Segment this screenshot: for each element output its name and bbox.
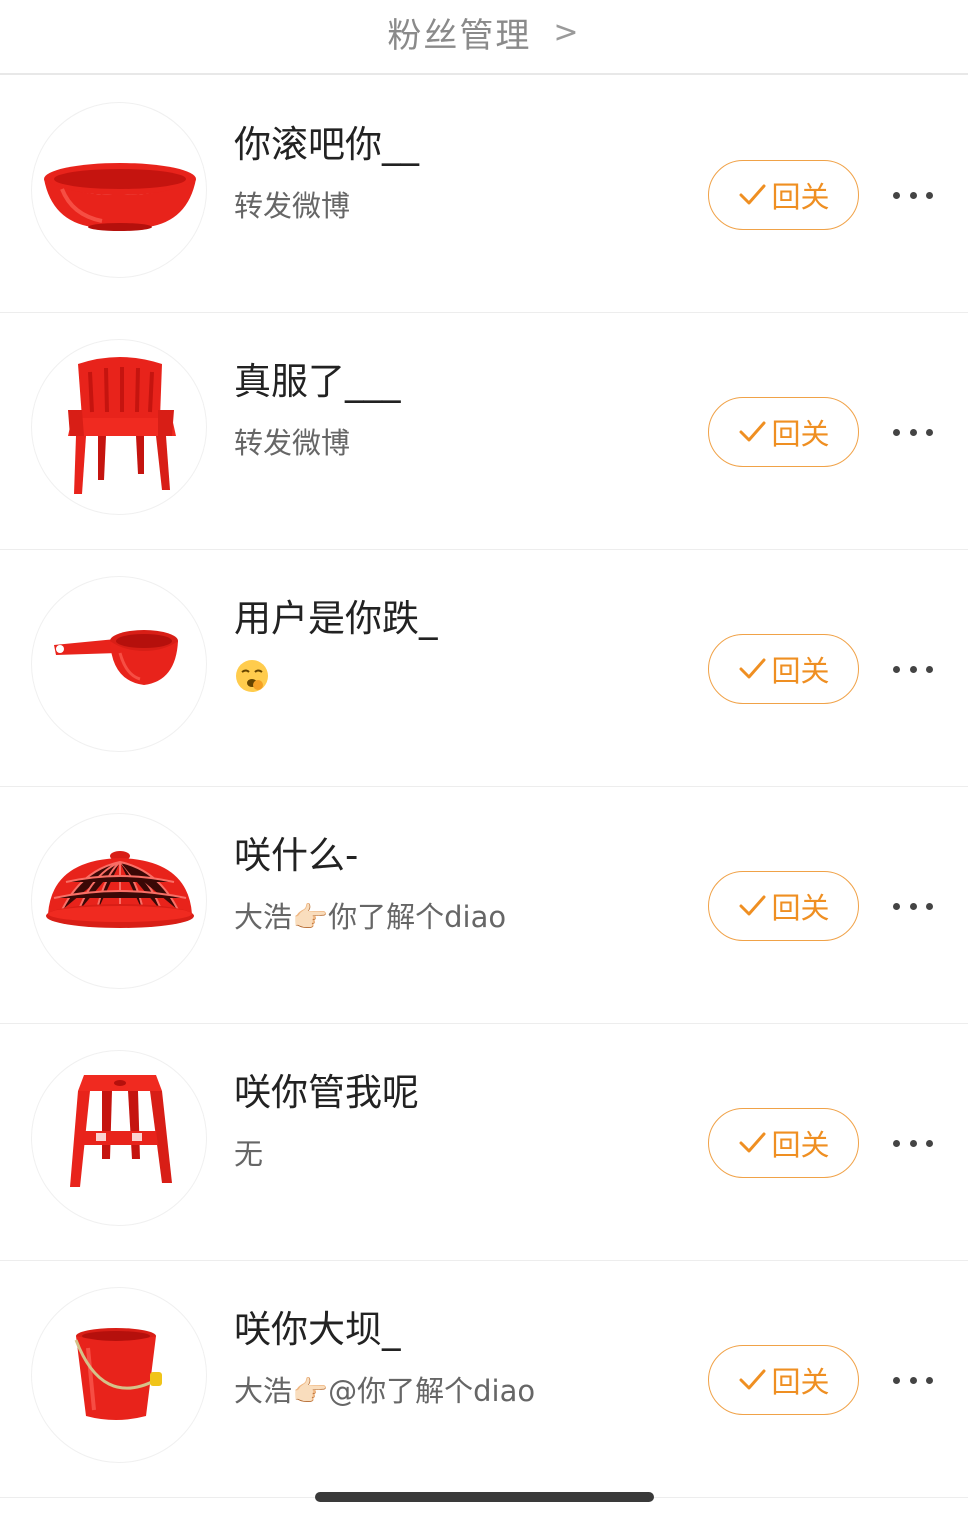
check-icon [739, 895, 766, 916]
follow-back-label: 回关 [771, 891, 830, 925]
more-icon[interactable] [893, 658, 933, 680]
follower-row[interactable]: 你滚吧你__ 转发微博 回关 [0, 76, 968, 313]
red-bucket-icon[interactable] [31, 1287, 207, 1463]
follow-back-label: 回关 [771, 180, 830, 214]
follower-name[interactable]: 咲你大坝_ [234, 1299, 401, 1353]
follower-name[interactable]: 咲你管我呢 [234, 1062, 419, 1116]
follow-back-label: 回关 [771, 654, 830, 688]
chevron-right-icon: > [553, 15, 581, 50]
red-stool-icon[interactable] [31, 1050, 207, 1226]
follow-back-label: 回关 [771, 1128, 830, 1162]
follow-back-button[interactable]: 回关 [708, 1345, 859, 1415]
follower-desc [234, 657, 270, 694]
follower-desc: 大浩👉🏻你了解个diao [234, 900, 507, 934]
red-chair-icon[interactable] [31, 339, 207, 515]
follower-row[interactable]: 咲什么- 大浩👉🏻你了解个diao 回关 [0, 787, 968, 1024]
follow-back-button[interactable]: 回关 [708, 160, 859, 230]
fans-management-label: 粉丝管理 [387, 16, 532, 56]
red-food-cover-icon[interactable] [31, 813, 207, 989]
follower-name[interactable]: 你滚吧你__ [234, 114, 419, 168]
follow-back-button[interactable]: 回关 [708, 1108, 859, 1178]
check-icon [739, 1132, 766, 1153]
follower-row[interactable]: 真服了___ 转发微博 回关 [0, 313, 968, 550]
more-icon[interactable] [893, 421, 933, 443]
follow-back-label: 回关 [771, 1365, 830, 1399]
home-indicator[interactable] [315, 1492, 654, 1502]
follow-back-button[interactable]: 回关 [708, 871, 859, 941]
check-icon [739, 1369, 766, 1390]
follower-name[interactable]: 真服了___ [234, 351, 401, 405]
follow-back-button[interactable]: 回关 [708, 397, 859, 467]
follower-row[interactable]: 咲你管我呢 无 回关 [0, 1024, 968, 1261]
more-icon[interactable] [893, 1132, 933, 1154]
more-icon[interactable] [893, 184, 933, 206]
follower-desc: 无 [234, 1137, 264, 1171]
follower-row[interactable]: 咲你大坝_ 大浩👉🏻@你了解个diao 回关 [0, 1261, 968, 1498]
follower-name[interactable]: 用户是你跌_ [234, 588, 438, 642]
follower-name[interactable]: 咲什么- [234, 825, 358, 879]
follower-row[interactable]: 用户是你跌_ 回关 [0, 550, 968, 787]
follower-desc: 转发微博 [234, 189, 351, 223]
red-basin-icon[interactable] [31, 102, 207, 278]
more-icon[interactable] [893, 1369, 933, 1391]
follow-back-button[interactable]: 回关 [708, 634, 859, 704]
top-header: 粉丝管理 > [0, 0, 968, 75]
check-icon [739, 658, 766, 679]
follower-desc: 转发微博 [234, 426, 351, 460]
fans-management-link[interactable]: 粉丝管理 > [387, 8, 580, 57]
check-icon [739, 421, 766, 442]
yawning-face-icon [236, 660, 268, 692]
red-ladle-icon[interactable] [31, 576, 207, 752]
check-icon [739, 184, 766, 205]
follower-list: 你滚吧你__ 转发微博 回关 真服了___ 转发微博 回关 用户是你跌_ 回关 … [0, 76, 968, 1498]
more-icon[interactable] [893, 895, 933, 917]
follower-desc: 大浩👉🏻@你了解个diao [234, 1374, 536, 1408]
follow-back-label: 回关 [771, 417, 830, 451]
